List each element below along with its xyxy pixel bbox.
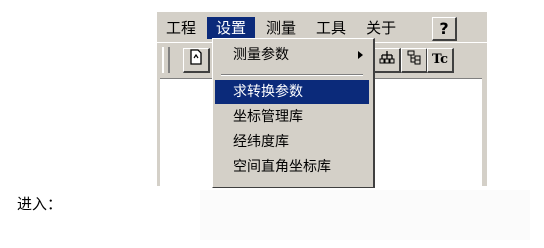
toolbar-grip[interactable] <box>162 47 170 73</box>
menu-item-compute-transform-params[interactable]: 求转换参数 <box>215 80 369 104</box>
settings-dropdown-menu: 测量参数 求转换参数 坐标管理库 经纬度库 空间直角坐标库 <box>212 38 375 188</box>
right-panel <box>372 78 482 186</box>
caption-text: 进入： <box>17 195 63 213</box>
menu-item-cartesian-library[interactable]: 空间直角坐标库 <box>215 155 369 179</box>
submenu-arrow-icon <box>358 51 363 59</box>
menu-item-label: 经纬度库 <box>233 134 289 150</box>
hierarchy-icon-glyph <box>407 50 421 65</box>
menu-item-coordinate-library[interactable]: 坐标管理库 <box>215 105 369 129</box>
menu-item-label: 测量参数 <box>233 47 289 63</box>
menu-separator <box>221 74 363 76</box>
menu-tools[interactable]: 工具 <box>307 17 355 39</box>
hierarchy-icon[interactable] <box>401 48 428 73</box>
menu-item-label: 坐标管理库 <box>233 109 303 125</box>
tree-icon-glyph <box>379 51 395 64</box>
file-icon-glyph <box>190 49 202 65</box>
menu-about[interactable]: 关于 <box>357 17 405 39</box>
menu-item-label: 求转换参数 <box>233 84 303 100</box>
menu-measure[interactable]: 测量 <box>257 17 305 39</box>
menu-item-measure-params[interactable]: 测量参数 <box>215 43 369 67</box>
menu-item-label: 空间直角坐标库 <box>233 159 331 175</box>
help-icon[interactable]: ? <box>432 17 457 41</box>
menu-item-latlon-library[interactable]: 经纬度库 <box>215 130 369 154</box>
file-icon[interactable] <box>183 48 210 73</box>
menu-project[interactable]: 工程 <box>157 17 205 39</box>
menu-settings[interactable]: 设置 <box>207 17 256 39</box>
tree-icon[interactable] <box>374 48 401 73</box>
left-panel <box>160 78 214 186</box>
background-fade <box>200 190 530 240</box>
transform-tc-icon[interactable]: Tc <box>427 48 454 73</box>
